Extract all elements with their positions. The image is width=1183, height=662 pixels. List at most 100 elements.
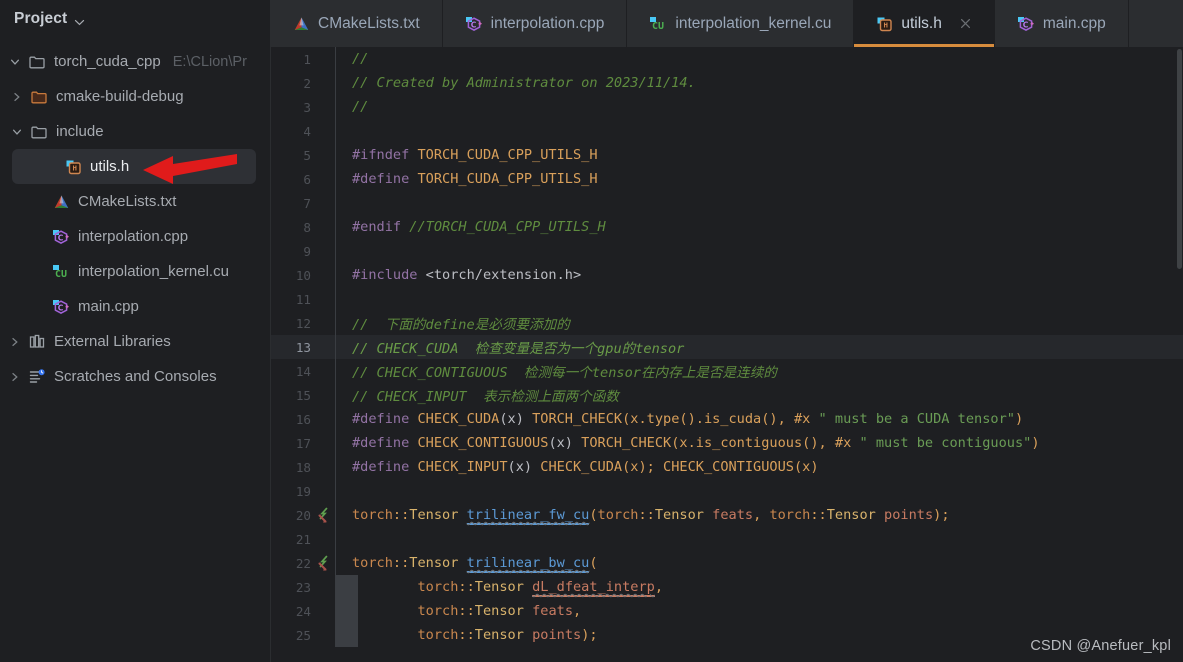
code-line[interactable]: 21 (271, 527, 1183, 551)
tab-label: main.cpp (1042, 14, 1106, 32)
code-line[interactable]: 1 // (271, 47, 1183, 71)
chevron-right-icon[interactable] (6, 92, 28, 102)
code-line[interactable]: 12 // 下面的define是必须要添加的 (271, 311, 1183, 335)
sidebar-item-interpolation-kernel-cu[interactable]: CU interpolation_kernel.cu (0, 254, 270, 289)
code-text[interactable]: #define CHECK_INPUT(x) CHECK_CUDA(x); CH… (336, 459, 819, 475)
code-line[interactable]: 24 torch::Tensor feats, (271, 599, 1183, 623)
sidebar-item-utils-h[interactable]: Hutils.h (12, 149, 256, 184)
code-token: torch (352, 555, 393, 571)
folder-icon (28, 125, 50, 139)
code-token: torch (417, 603, 459, 619)
code-text[interactable]: // (336, 51, 368, 67)
code-text[interactable]: torch::Tensor dL_dfeat_interp, (336, 579, 663, 597)
code-line[interactable]: 4 (271, 119, 1183, 143)
code-line[interactable]: 5 #ifndef TORCH_CUDA_CPP_UTILS_H (271, 143, 1183, 167)
code-token: #ifndef (352, 147, 418, 163)
code-text[interactable]: // Created by Administrator on 2023/11/1… (336, 75, 696, 91)
code-line[interactable]: 22 torch::Tensor trilinear_bw_cu( (271, 551, 1183, 575)
code-text[interactable]: torch::Tensor feats, (336, 603, 581, 619)
code-token: (x) (507, 459, 533, 475)
close-icon[interactable] (959, 17, 972, 30)
code-line[interactable]: 6 #define TORCH_CUDA_CPP_UTILS_H (271, 167, 1183, 191)
editor-tab-bar[interactable]: CMakeLists.txt Cinterpolation.cpp CU interp… (271, 0, 1183, 47)
tab-interpolation-kernel-cu[interactable]: CU interpolation_kernel.cu (627, 0, 855, 47)
sidebar-item-scratches-and-consoles[interactable]: Scratches and Consoles (0, 359, 270, 394)
code-token: " must be a CUDA tensor" (818, 411, 1015, 427)
code-lines[interactable]: 1 // 2 // Created by Administrator on 2023/… (271, 47, 1183, 662)
code-text[interactable]: // (336, 99, 368, 115)
sidebar-item-label: torch_cuda_cpp (54, 53, 161, 70)
chevron-down-icon[interactable] (6, 127, 28, 137)
code-token: torch (769, 507, 811, 523)
code-text[interactable]: #endif //TORCH_CUDA_CPP_UTILS_H (336, 219, 606, 235)
sidebar-item-interpolation-cpp[interactable]: Cinterpolation.cpp (0, 219, 270, 254)
code-text[interactable]: #define TORCH_CUDA_CPP_UTILS_H (336, 171, 598, 187)
code-token: torch (417, 579, 459, 595)
code-text[interactable]: torch::Tensor points); (336, 627, 597, 643)
code-line[interactable]: 8 #endif //TORCH_CUDA_CPP_UTILS_H (271, 215, 1183, 239)
tab-cmakelists-txt[interactable]: CMakeLists.txt (271, 0, 443, 47)
chevron-down-icon[interactable] (4, 57, 26, 67)
code-line[interactable]: 18 #define CHECK_INPUT(x) CHECK_CUDA(x); … (271, 455, 1183, 479)
code-text[interactable]: #include <torch/extension.h> (336, 267, 581, 283)
scrollbar-thumb[interactable] (1177, 49, 1182, 269)
code-text[interactable]: // 下面的define是必须要添加的 (336, 313, 570, 333)
sidebar-item-cmake-build-debug[interactable]: cmake-build-debug (0, 79, 270, 114)
run-gutter-icon[interactable] (313, 554, 335, 572)
code-line[interactable]: 11 (271, 287, 1183, 311)
library-icon (29, 334, 45, 349)
code-text[interactable]: // CHECK_CONTIGUOUS 检测每一个tensor在内存上是否是连续… (336, 361, 777, 381)
sidebar-item-main-cpp[interactable]: Cmain.cpp (0, 289, 270, 324)
sidebar-item-include[interactable]: include (0, 114, 270, 149)
code-line[interactable]: 14 // CHECK_CONTIGUOUS 检测每一个tensor在内存上是否是… (271, 359, 1183, 383)
code-line[interactable]: 13 // CHECK_CUDA 检查变量是否为一个gpu的tensor (271, 335, 1183, 359)
code-line[interactable]: 23 torch::Tensor dL_dfeat_interp, (271, 575, 1183, 599)
sidebar-item-label: main.cpp (78, 298, 139, 315)
code-text[interactable]: torch::Tensor trilinear_bw_cu( (336, 555, 598, 573)
code-line[interactable]: 7 (271, 191, 1183, 215)
tab-utils-h[interactable]: Hutils.h (854, 0, 995, 47)
code-text[interactable]: #ifndef TORCH_CUDA_CPP_UTILS_H (336, 147, 598, 163)
code-token: :: (392, 507, 410, 523)
code-line[interactable]: 19 (271, 479, 1183, 503)
run-gutter-icon[interactable] (313, 506, 335, 524)
code-text[interactable]: torch::Tensor trilinear_fw_cu(torch::Ten… (336, 507, 950, 525)
code-text[interactable]: #define CHECK_CUDA(x) TORCH_CHECK(x.type… (336, 411, 1023, 427)
code-line[interactable]: 2 // Created by Administrator on 2023/11/… (271, 71, 1183, 95)
code-token: Tensor (474, 579, 533, 595)
code-token: feats (532, 603, 573, 619)
sidebar-item-label: utils.h (90, 158, 130, 175)
code-line[interactable]: 20 torch::Tensor trilinear_fw_cu(torch::T… (271, 503, 1183, 527)
sidebar-item-external-libraries[interactable]: External Libraries (0, 324, 270, 359)
run-gutter-icon (316, 554, 332, 572)
code-token: ) (1014, 411, 1024, 427)
code-line[interactable]: 9 (271, 239, 1183, 263)
code-text[interactable]: #define CHECK_CONTIGUOUS(x) TORCH_CHECK(… (336, 435, 1040, 451)
code-token: TORCH_CUDA_CPP_UTILS_H (417, 171, 598, 187)
tab-interpolation-cpp[interactable]: Cinterpolation.cpp (443, 0, 628, 47)
chevron-right-icon[interactable] (4, 337, 26, 347)
tab-label: interpolation_kernel.cu (675, 14, 832, 32)
chevron-down-icon[interactable] (74, 15, 85, 26)
project-file-tree[interactable]: torch_cuda_cpp E:\CLion\Pr cmake-build-deb… (0, 38, 270, 394)
code-token: <torch/extension.h> (425, 267, 582, 283)
code-text[interactable]: // CHECK_CUDA 检查变量是否为一个gpu的tensor (336, 337, 684, 357)
code-token: :: (458, 603, 475, 619)
sidebar-item-torch-cuda-cpp[interactable]: torch_cuda_cpp E:\CLion\Pr (0, 44, 270, 79)
code-text[interactable]: // CHECK_INPUT 表示检测上面两个函数 (336, 385, 619, 405)
project-panel-header[interactable]: Project (0, 0, 270, 38)
code-line[interactable]: 15 // CHECK_INPUT 表示检测上面两个函数 (271, 383, 1183, 407)
code-line[interactable]: 16 #define CHECK_CUDA(x) TORCH_CHECK(x.ty… (271, 407, 1183, 431)
code-line[interactable]: 10 #include <torch/extension.h> (271, 263, 1183, 287)
vertical-scrollbar[interactable] (1175, 47, 1183, 662)
code-editor[interactable]: 1 // 2 // Created by Administrator on 2023/… (271, 47, 1183, 662)
cmake-icon (293, 16, 310, 32)
code-line[interactable]: 17 #define CHECK_CONTIGUOUS(x) TORCH_CHEC… (271, 431, 1183, 455)
ide-window: Project torch_cuda_cpp E:\CLion\Pr cmake-b… (0, 0, 1183, 662)
code-token: ); (933, 507, 950, 523)
code-line[interactable]: 3 // (271, 95, 1183, 119)
chevron-down-icon (10, 57, 20, 67)
sidebar-item-cmakelists-txt[interactable]: CMakeLists.txt (0, 184, 270, 219)
tab-main-cpp[interactable]: Cmain.cpp (995, 0, 1129, 47)
chevron-right-icon[interactable] (4, 372, 26, 382)
